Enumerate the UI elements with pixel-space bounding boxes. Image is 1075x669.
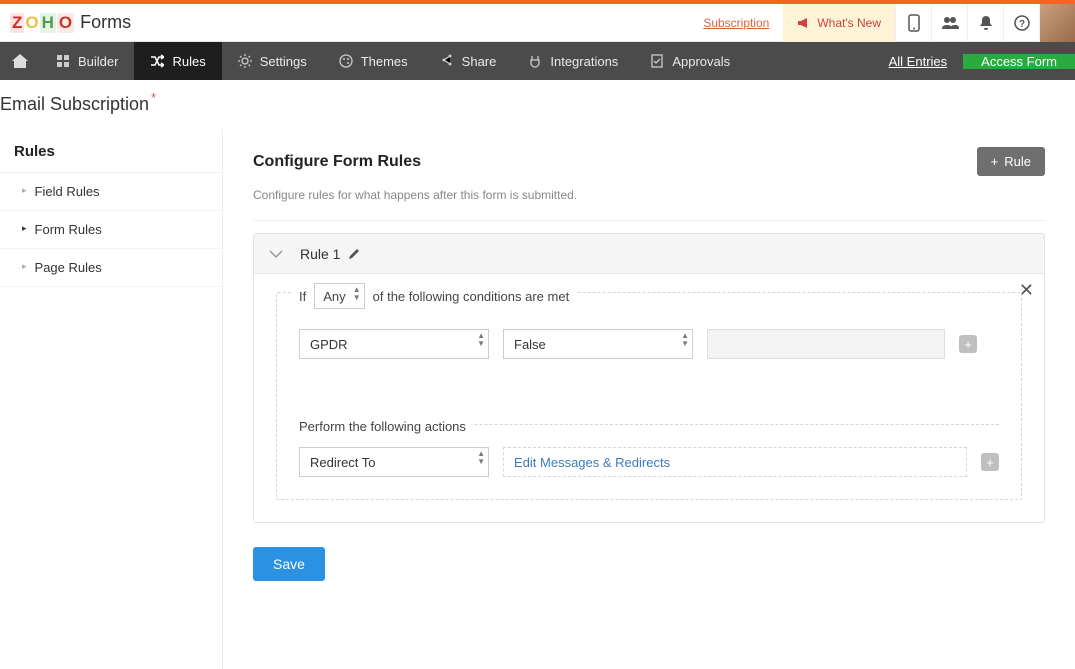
condition-operator-select[interactable]: False ▲▼: [503, 329, 693, 359]
users-icon[interactable]: [931, 4, 967, 42]
stepper-icon: ▲▼: [353, 286, 361, 302]
whats-new-button[interactable]: What's New: [783, 4, 895, 42]
mobile-icon[interactable]: [895, 4, 931, 42]
add-rule-button[interactable]: + Rule: [977, 147, 1045, 176]
nav-settings-label: Settings: [260, 54, 307, 69]
megaphone-icon: [797, 17, 811, 29]
action-type-select[interactable]: Redirect To ▲▼: [299, 447, 489, 477]
main-nav: Builder Rules Settings Themes Share Inte…: [0, 42, 1075, 80]
palette-icon: [339, 54, 353, 68]
nav-builder[interactable]: Builder: [40, 42, 134, 80]
rule-name: Rule 1: [300, 246, 340, 262]
main-heading: Configure Form Rules: [253, 153, 421, 171]
sidebar-item-label: Form Rules: [35, 222, 102, 237]
nav-integrations[interactable]: Integrations: [512, 42, 634, 80]
nav-themes[interactable]: Themes: [323, 42, 424, 80]
nav-rules-label: Rules: [172, 54, 205, 69]
subscription-link[interactable]: Subscription: [689, 16, 783, 30]
conditions-fieldset: If Any ▲▼ of the following conditions ar…: [276, 292, 1022, 500]
nav-share-label: Share: [462, 54, 497, 69]
nav-settings[interactable]: Settings: [222, 42, 323, 80]
avatar[interactable]: [1039, 4, 1075, 42]
share-icon: [440, 54, 454, 68]
sidebar-item-page-rules[interactable]: ▸ Page Rules: [0, 249, 222, 287]
edit-redirects-link[interactable]: Edit Messages & Redirects: [514, 455, 670, 470]
chevron-right-icon: ▸: [22, 185, 27, 196]
nav-approvals-label: Approvals: [672, 54, 730, 69]
chevron-down-icon: [268, 249, 284, 259]
help-icon[interactable]: ?: [1003, 4, 1039, 42]
rule-card: Rule 1 ✕ If Any ▲▼ of the following: [253, 233, 1045, 523]
condition-value-input[interactable]: [707, 329, 945, 359]
brand-name: Forms: [80, 12, 131, 33]
match-tail-label: of the following conditions are met: [373, 289, 570, 304]
check-doc-icon: [650, 54, 664, 68]
home-icon[interactable]: [0, 42, 40, 80]
chevron-right-icon: ▸: [22, 261, 27, 272]
rule-header[interactable]: Rule 1: [254, 234, 1044, 274]
access-form-button[interactable]: Access Form: [963, 54, 1075, 69]
stepper-icon: ▲▼: [681, 332, 689, 348]
add-action-button[interactable]: +: [981, 453, 999, 471]
action-target-box: Edit Messages & Redirects: [503, 447, 967, 477]
gear-icon: [238, 54, 252, 68]
sidebar-item-label: Page Rules: [35, 260, 102, 275]
match-mode-select[interactable]: Any ▲▼: [314, 283, 364, 309]
nav-themes-label: Themes: [361, 54, 408, 69]
bell-icon[interactable]: [967, 4, 1003, 42]
builder-icon: [56, 54, 70, 68]
nav-share[interactable]: Share: [424, 42, 513, 80]
add-rule-label: Rule: [1004, 154, 1031, 169]
all-entries-link[interactable]: All Entries: [873, 54, 964, 69]
actions-label: Perform the following actions: [293, 419, 472, 434]
stepper-icon: ▲▼: [477, 450, 485, 466]
sidebar-item-label: Field Rules: [35, 184, 100, 199]
edit-icon[interactable]: [348, 248, 360, 260]
chevron-right-icon: ▸: [22, 223, 27, 234]
svg-text:?: ?: [1018, 19, 1024, 30]
if-label: If: [299, 289, 306, 304]
add-condition-button[interactable]: +: [959, 335, 977, 353]
sidebar-heading: Rules: [0, 129, 222, 173]
brand-logo: ZOHO Forms: [0, 12, 131, 33]
whats-new-label: What's New: [817, 16, 881, 30]
nav-rules[interactable]: Rules: [134, 42, 221, 80]
app-header: ZOHO Forms Subscription What's New ?: [0, 4, 1075, 42]
unsaved-asterisk: *: [151, 90, 156, 105]
sidebar-item-field-rules[interactable]: ▸ Field Rules: [0, 173, 222, 211]
main-subtext: Configure rules for what happens after t…: [253, 176, 1045, 221]
nav-builder-label: Builder: [78, 54, 118, 69]
stepper-icon: ▲▼: [477, 332, 485, 348]
rules-sidebar: Rules ▸ Field Rules ▸ Form Rules ▸ Page …: [0, 129, 223, 669]
plug-icon: [528, 54, 542, 68]
nav-approvals[interactable]: Approvals: [634, 42, 746, 80]
save-button[interactable]: Save: [253, 547, 325, 581]
shuffle-icon: [150, 54, 164, 68]
condition-field-select[interactable]: GPDR ▲▼: [299, 329, 489, 359]
sidebar-item-form-rules[interactable]: ▸ Form Rules: [0, 211, 222, 249]
nav-integrations-label: Integrations: [550, 54, 618, 69]
page-title: Email Subscription*: [0, 80, 154, 129]
plus-icon: +: [991, 154, 999, 169]
